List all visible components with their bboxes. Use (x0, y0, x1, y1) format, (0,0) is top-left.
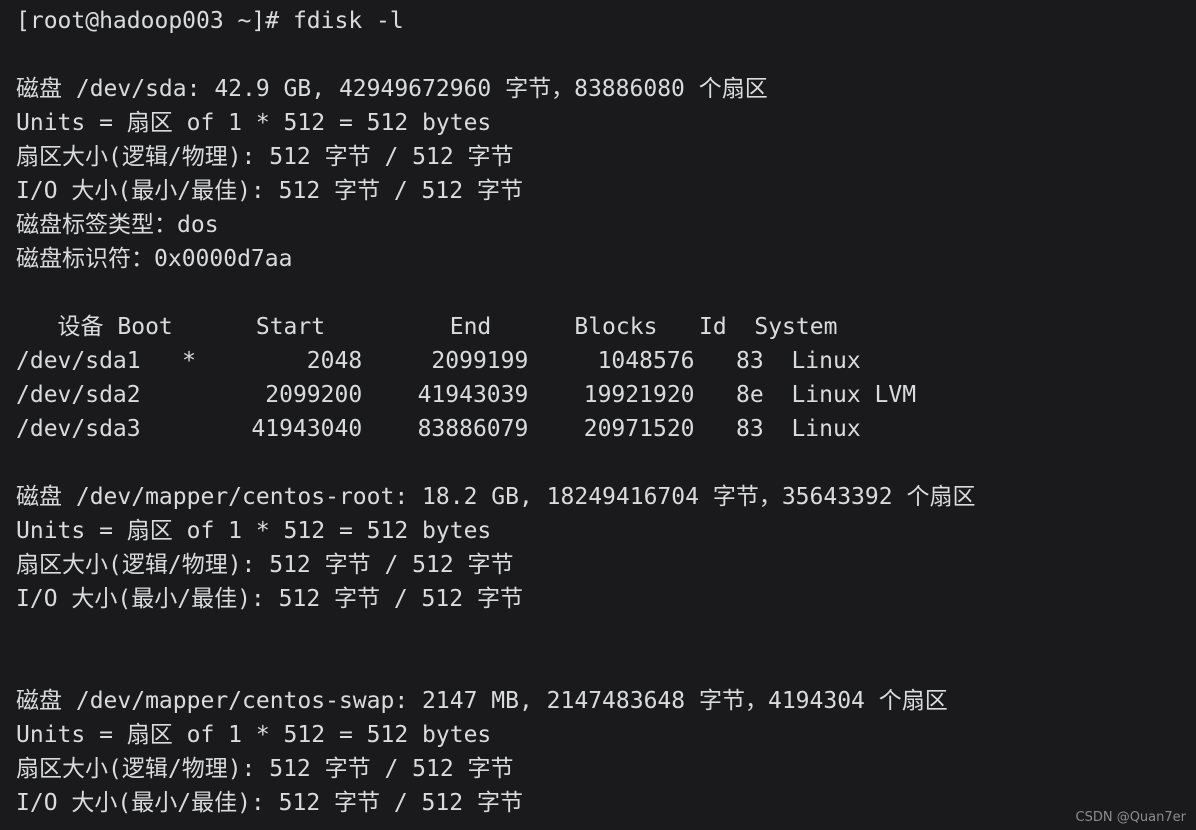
disk-header-sda: 磁盘 /dev/sda: 42.9 GB, 42949672960 字节，838… (16, 76, 768, 102)
disk-sector-size-sda: 扇区大小(逻辑/物理): 512 字节 / 512 字节 (16, 144, 514, 170)
disk-units-sda: Units = 扇区 of 1 * 512 = 512 bytes (16, 110, 492, 136)
disk-units-centos-swap: Units = 扇区 of 1 * 512 = 512 bytes (16, 722, 492, 748)
partition-table-header: 设备 Boot Start End Blocks Id System (16, 314, 838, 340)
table-row: /dev/sda1 * 2048 2099199 1048576 83 Linu… (16, 348, 861, 374)
disk-sector-size-centos-swap: 扇区大小(逻辑/物理): 512 字节 / 512 字节 (16, 756, 514, 782)
disk-io-size-centos-swap: I/O 大小(最小/最佳): 512 字节 / 512 字节 (16, 790, 523, 816)
disk-units-centos-root: Units = 扇区 of 1 * 512 = 512 bytes (16, 518, 492, 544)
disk-header-centos-swap: 磁盘 /dev/mapper/centos-swap: 2147 MB, 214… (16, 688, 948, 714)
disk-io-size-sda: I/O 大小(最小/最佳): 512 字节 / 512 字节 (16, 178, 523, 204)
terminal-window[interactable]: [root@hadoop003 ~]# fdisk -l 磁盘 /dev/sda… (0, 0, 1196, 830)
disk-header-centos-root: 磁盘 /dev/mapper/centos-root: 18.2 GB, 182… (16, 484, 976, 510)
disk-sector-size-centos-root: 扇区大小(逻辑/物理): 512 字节 / 512 字节 (16, 552, 514, 578)
watermark: CSDN @Quan7er (1075, 810, 1187, 825)
table-row: /dev/sda2 2099200 41943039 19921920 8e L… (16, 382, 917, 408)
terminal-line-prompt: [root@hadoop003 ~]# fdisk -l (16, 8, 404, 34)
table-row: /dev/sda3 41943040 83886079 20971520 83 … (16, 416, 861, 442)
disk-io-size-centos-root: I/O 大小(最小/最佳): 512 字节 / 512 字节 (16, 586, 523, 612)
disk-label-type-sda: 磁盘标签类型：dos (16, 212, 219, 238)
disk-identifier-sda: 磁盘标识符：0x0000d7aa (16, 246, 293, 272)
